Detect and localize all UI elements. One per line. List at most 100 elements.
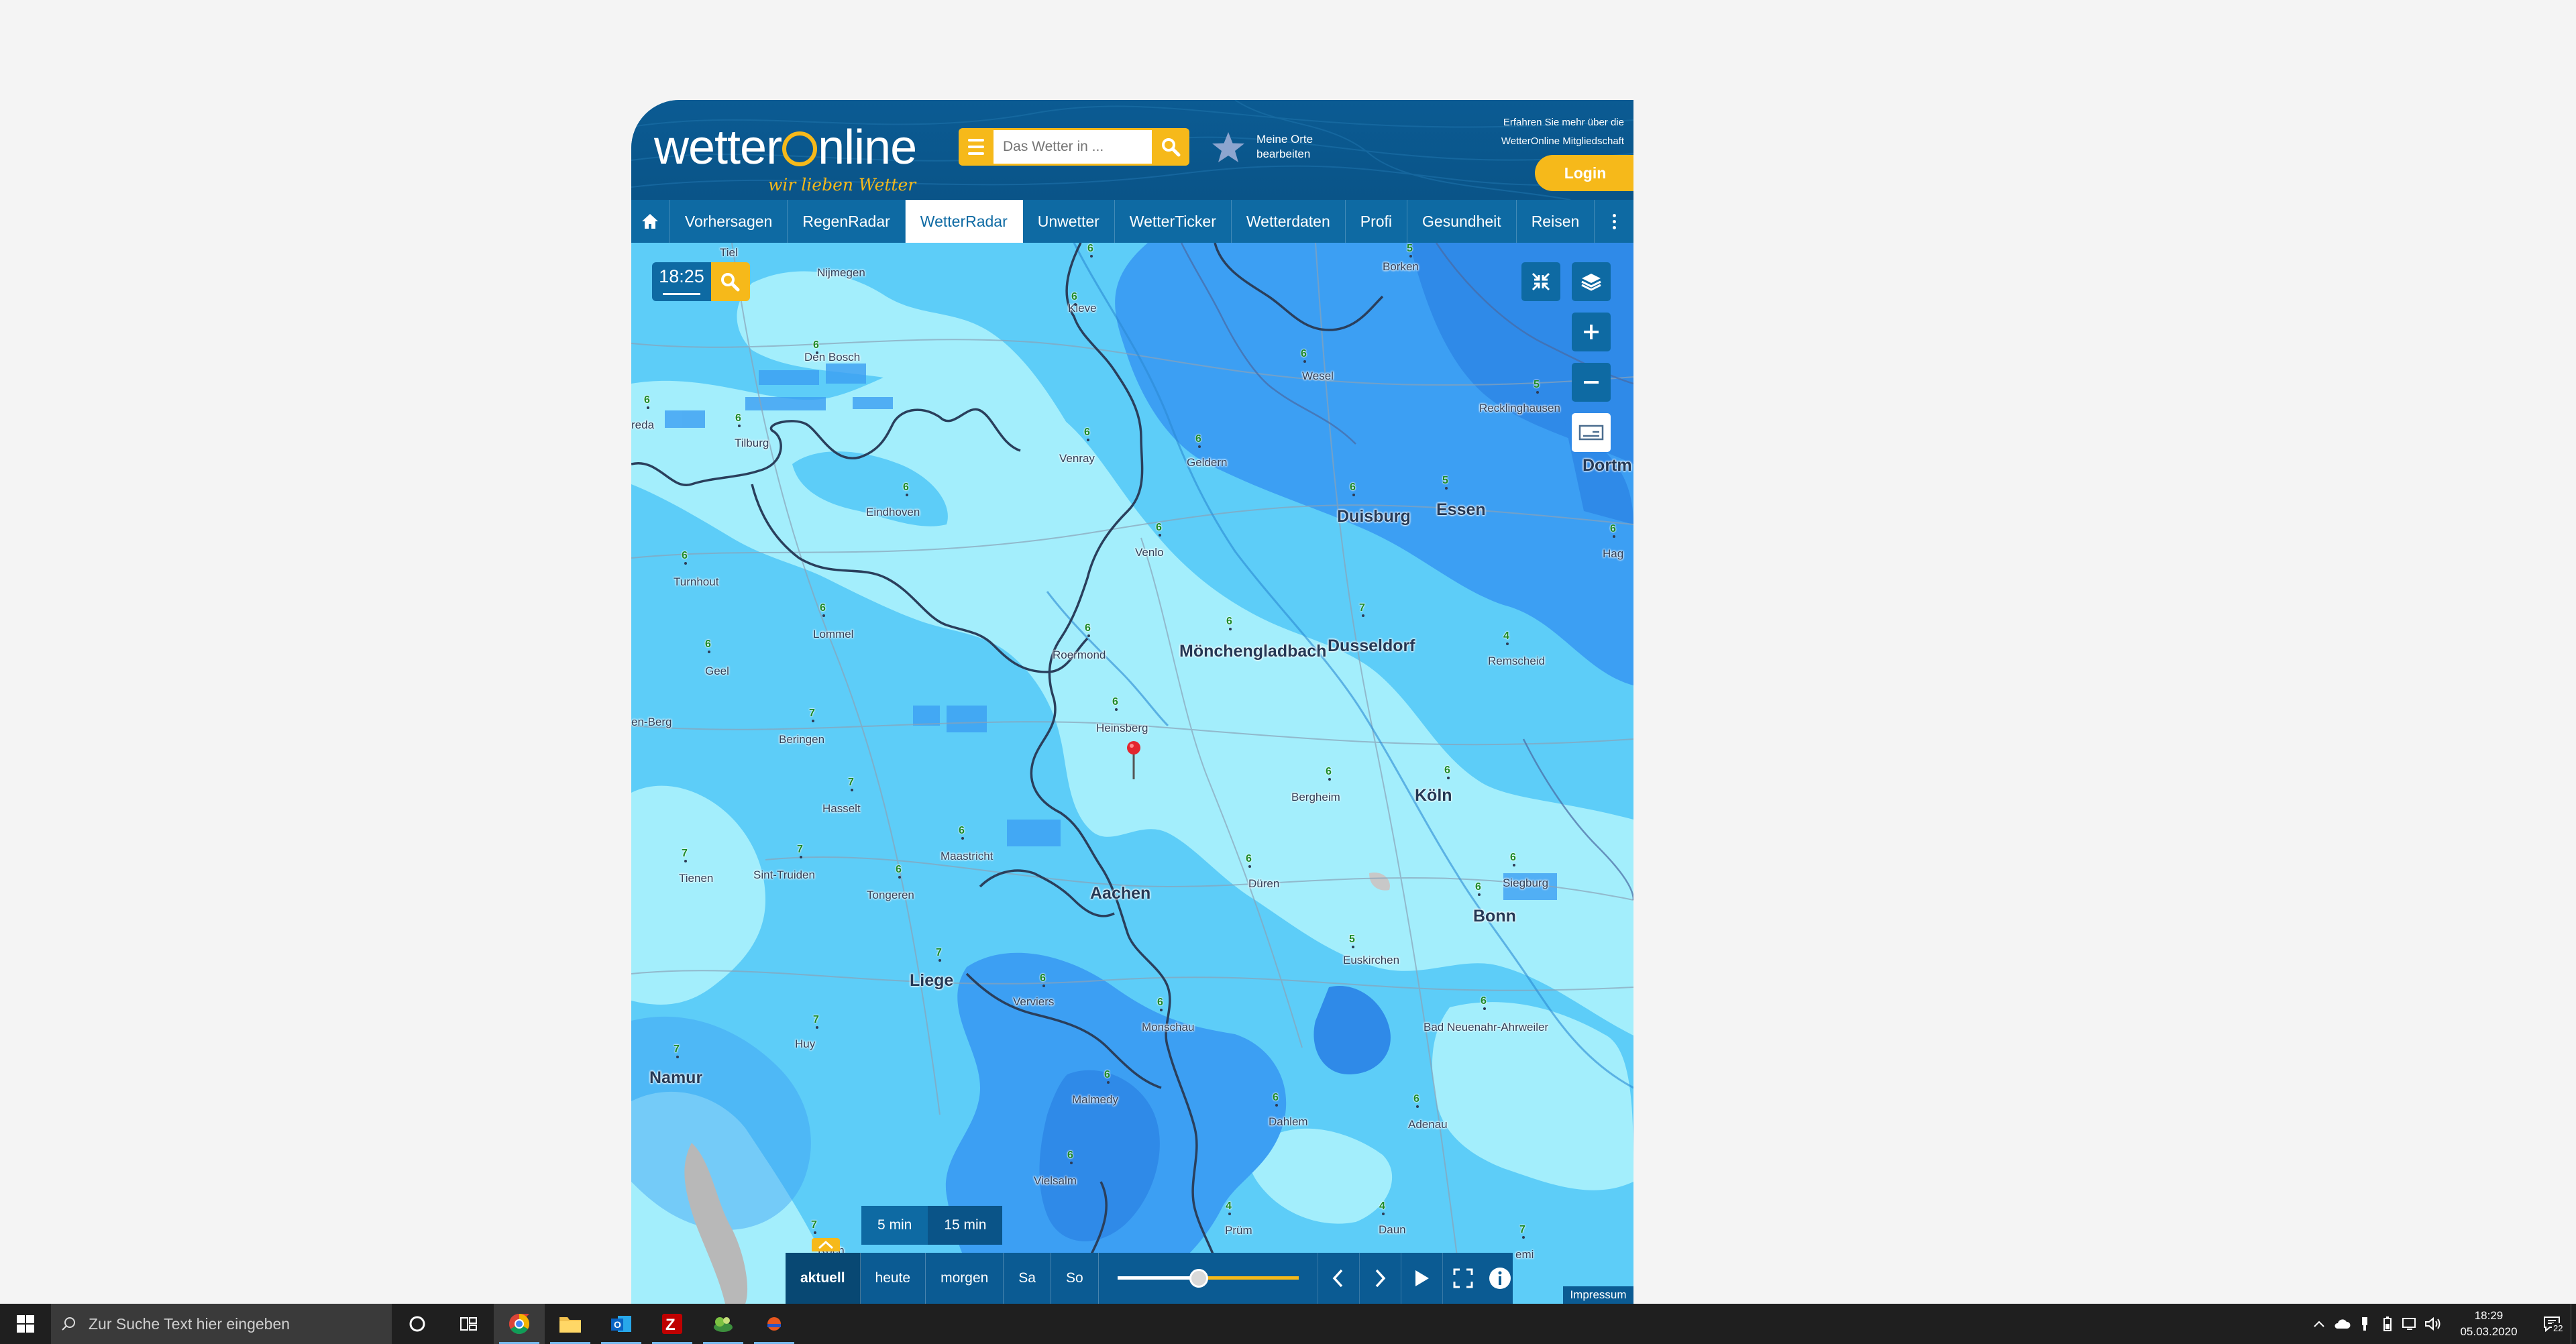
place-label: Bergheim (1291, 791, 1340, 803)
temperature-label: 6 (1444, 765, 1450, 779)
utility-app-button[interactable] (698, 1304, 749, 1344)
place-label: Dahlem (1269, 1115, 1308, 1128)
place-label: Venlo (1135, 546, 1164, 559)
usb-tray-button[interactable] (2355, 1304, 2375, 1344)
temperature-label: 6 (1040, 972, 1046, 987)
start-button[interactable] (0, 1304, 51, 1344)
step-forward-button[interactable] (1358, 1253, 1401, 1304)
play-button[interactable] (1400, 1253, 1442, 1304)
nav-profi[interactable]: Profi (1346, 200, 1408, 243)
zoom-in-button[interactable] (1572, 313, 1611, 351)
svg-text:O: O (614, 1319, 621, 1330)
nav-vorhersagen[interactable]: Vorhersagen (670, 200, 788, 243)
search-button[interactable] (1152, 128, 1189, 166)
impressum-link[interactable]: Impressum (1563, 1286, 1633, 1304)
nav-reisen[interactable]: Reisen (1517, 200, 1595, 243)
day-aktuell-button[interactable]: aktuell (786, 1253, 861, 1304)
temperature-label: 7 (1359, 602, 1365, 617)
file-explorer-app-button[interactable] (545, 1304, 596, 1344)
task-view-icon (460, 1317, 477, 1331)
day-heute-button[interactable]: heute (861, 1253, 926, 1304)
show-desktop-button[interactable] (2571, 1304, 2576, 1344)
temperature-label: 5 (1349, 934, 1355, 948)
cortana-button[interactable] (392, 1304, 443, 1344)
collapse-icon (1532, 272, 1550, 291)
my-places-link[interactable]: Meine Orte bearbeiten (1256, 132, 1364, 162)
nav-wetterticker[interactable]: WetterTicker (1115, 200, 1232, 243)
time-slider[interactable] (1117, 1253, 1299, 1304)
nav-gesundheit[interactable]: Gesundheit (1407, 200, 1517, 243)
day-sa-button[interactable]: Sa (1004, 1253, 1051, 1304)
zoom-out-button[interactable] (1572, 363, 1611, 402)
expand-timeline-button[interactable] (812, 1238, 840, 1251)
temperature-label: 5 (1407, 243, 1413, 258)
temperature-label: 7 (1519, 1224, 1525, 1239)
place-label: Geel (705, 665, 729, 677)
day-so-button[interactable]: So (1051, 1253, 1099, 1304)
search-icon (721, 273, 740, 292)
taskbar-search-placeholder: Zur Suche Text hier eingeben (89, 1314, 290, 1333)
onedrive-tray-button[interactable] (2332, 1304, 2352, 1344)
temperature-label: 4 (1503, 630, 1509, 645)
star-icon[interactable] (1210, 129, 1247, 167)
place-label: Kleve (1068, 302, 1097, 315)
nav-unwetter[interactable]: Unwetter (1023, 200, 1115, 243)
nav-wetterdaten[interactable]: Wetterdaten (1232, 200, 1346, 243)
app-button[interactable] (749, 1304, 800, 1344)
cortana-icon (409, 1316, 425, 1332)
collapse-map-button[interactable] (1521, 262, 1560, 301)
day-morgen-button[interactable]: morgen (926, 1253, 1004, 1304)
location-pin-icon[interactable] (1126, 740, 1142, 781)
filezilla-app-button[interactable]: Z (647, 1304, 698, 1344)
fullscreen-button[interactable] (1442, 1253, 1484, 1304)
place-label: Aachen (1090, 884, 1151, 903)
place-label: Adenau (1408, 1118, 1448, 1131)
menu-icon (968, 139, 984, 142)
battery-tray-button[interactable] (2377, 1304, 2398, 1344)
taskbar-clock[interactable]: 18:29 05.03.2020 (2450, 1308, 2528, 1340)
nav-more-button[interactable] (1595, 200, 1633, 243)
action-center-button[interactable]: 22 (2533, 1304, 2571, 1344)
nav-wetterradar[interactable]: WetterRadar (905, 200, 1023, 243)
map-layers-button[interactable] (1572, 262, 1611, 301)
outlook-app-button[interactable]: O (596, 1304, 647, 1344)
place-label: Tienen (679, 872, 714, 885)
site-header: wetternline wir lieben Wetter Meine Orte… (631, 100, 1633, 200)
tray-overflow-button[interactable] (2309, 1304, 2329, 1344)
info-button[interactable] (1479, 1257, 1521, 1299)
membership-info[interactable]: Erfahren Sie mehr über die WetterOnline M… (1423, 113, 1624, 151)
location-search-input[interactable] (994, 128, 1152, 166)
nav-regenradar[interactable]: RegenRadar (788, 200, 906, 243)
place-label: reda (631, 418, 655, 431)
legend-icon (1578, 425, 1604, 441)
step-back-button[interactable] (1317, 1253, 1359, 1304)
place-label: Malmedy (1072, 1093, 1118, 1106)
chrome-app-button[interactable] (494, 1304, 545, 1344)
taskbar-search-box[interactable]: Zur Suche Text hier eingeben (51, 1304, 392, 1344)
legend-button[interactable] (1572, 413, 1611, 452)
step-5-min-button[interactable]: 5 min (861, 1206, 928, 1245)
weather-radar-map[interactable]: Tiel Nijmegen Kleve Borken Den Bosch Wesel Rec… (631, 243, 1633, 1304)
temperature-label: 6 (1475, 881, 1481, 896)
hamburger-menu-button[interactable] (959, 128, 994, 166)
logo-wordmark: wetter nline (654, 121, 917, 174)
volume-tray-button[interactable] (2423, 1304, 2443, 1344)
app-icon (767, 1317, 781, 1331)
step-15-min-button[interactable]: 15 min (928, 1206, 1003, 1245)
temperature-label: 7 (809, 708, 815, 722)
time-slider-progress (1117, 1276, 1199, 1280)
place-label: Köln (1415, 786, 1452, 805)
task-view-button[interactable] (443, 1304, 494, 1344)
time-slider-thumb[interactable] (1189, 1269, 1209, 1288)
place-label: Essen (1436, 500, 1486, 519)
wetteronline-logo[interactable]: wetter nline wir lieben Wetter (654, 120, 917, 194)
map-search-button[interactable] (711, 262, 750, 301)
nav-home[interactable] (631, 200, 670, 243)
temperature-label: 6 (1481, 995, 1487, 1010)
play-icon (1415, 1270, 1430, 1286)
login-button[interactable]: Login (1535, 155, 1633, 191)
place-label: Borken (1383, 260, 1419, 273)
radar-time-display[interactable]: 18:25 (652, 262, 711, 301)
network-tray-button[interactable] (2400, 1304, 2420, 1344)
folder-icon (559, 1317, 581, 1333)
